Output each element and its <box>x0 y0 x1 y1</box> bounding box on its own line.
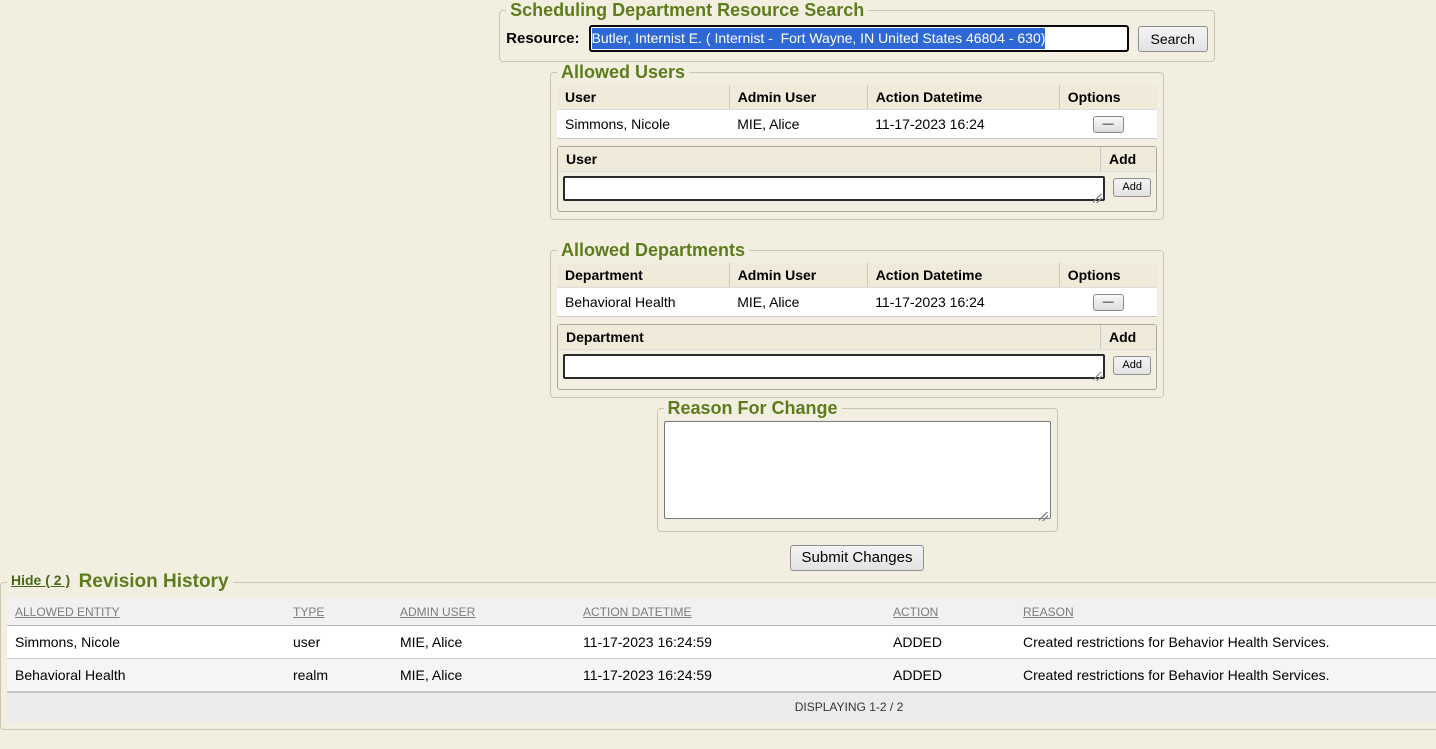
hide-link[interactable]: Hide ( 2 ) <box>11 572 70 588</box>
revision-history-header-row: ALLOWED ENTITY TYPE ADMIN USER ACTION DA… <box>7 598 1436 626</box>
column-header-action-datetime: Action Datetime <box>867 263 1059 288</box>
add-department-box: Department Add Add <box>557 324 1157 390</box>
allowed-user-name: Simmons, Nicole <box>557 110 729 139</box>
add-user-input-row: Add <box>558 172 1156 211</box>
allowed-departments-header-row: Department Admin User Action Datetime Op… <box>557 263 1157 288</box>
revision-admin-user: MIE, Alice <box>392 626 575 659</box>
allowed-department-admin: MIE, Alice <box>729 288 867 317</box>
allowed-users-header-row: User Admin User Action Datetime Options <box>557 85 1157 110</box>
revision-action-datetime: 11-17-2023 16:24:59 <box>575 659 885 692</box>
column-header-user: User <box>557 85 729 110</box>
allowed-user-row: Simmons, Nicole MIE, Alice 11-17-2023 16… <box>557 110 1157 139</box>
column-header-admin-user: Admin User <box>729 85 867 110</box>
add-user-header-row: User Add <box>558 147 1156 172</box>
search-button[interactable]: Search <box>1138 26 1208 52</box>
revision-row: Simmons, Nicole user MIE, Alice 11-17-20… <box>7 626 1436 659</box>
sort-action-link[interactable]: ACTION <box>893 605 938 619</box>
sort-type-link[interactable]: TYPE <box>293 605 324 619</box>
column-header-options: Options <box>1059 263 1157 288</box>
resource-input-selected-text: Butler, Internist E. ( Internist - Fort … <box>592 28 1046 49</box>
sort-admin-user-link[interactable]: ADMIN USER <box>400 605 475 619</box>
allowed-departments-title: Allowed Departments <box>557 240 749 261</box>
revision-action: ADDED <box>885 626 1015 659</box>
allowed-users-section: Allowed Users User Admin User Action Dat… <box>550 62 1164 220</box>
resource-label: Resource: <box>506 30 579 47</box>
revision-admin-user: MIE, Alice <box>392 659 575 692</box>
reason-textarea[interactable] <box>664 421 1051 519</box>
add-department-input-row: Add <box>558 350 1156 389</box>
page: Scheduling Department Resource Search Re… <box>0 0 1436 730</box>
add-user-input[interactable] <box>563 176 1105 201</box>
sort-action-datetime-link[interactable]: ACTION DATETIME <box>583 605 691 619</box>
resource-search-row: Resource: Butler, Internist E. ( Interni… <box>506 23 1208 54</box>
revision-history-legend: Hide ( 2 ) Revision History <box>7 571 233 593</box>
reason-for-change-title: Reason For Change <box>664 398 842 419</box>
resource-search-section: Scheduling Department Resource Search Re… <box>499 0 1215 62</box>
allowed-user-admin: MIE, Alice <box>729 110 867 139</box>
column-header-action-datetime: Action Datetime <box>867 85 1059 110</box>
add-department-header-row: Department Add <box>558 325 1156 350</box>
revision-action-datetime: 11-17-2023 16:24:59 <box>575 626 885 659</box>
revision-history-table: ALLOWED ENTITY TYPE ADMIN USER ACTION DA… <box>7 598 1436 692</box>
allowed-departments-section: Allowed Departments Department Admin Use… <box>550 240 1164 398</box>
reason-textarea-wrap <box>664 421 1051 524</box>
top-form-column: Scheduling Department Resource Search Re… <box>0 0 1436 571</box>
add-user-input-wrap <box>563 176 1105 206</box>
resource-input[interactable]: Butler, Internist E. ( Internist - Fort … <box>589 25 1129 52</box>
add-department-input-wrap <box>563 354 1105 384</box>
allowed-user-datetime: 11-17-2023 16:24 <box>867 110 1059 139</box>
revision-history-section: Hide ( 2 ) Revision History ALLOWED ENTI… <box>0 571 1436 730</box>
allowed-users-table: User Admin User Action Datetime Options … <box>557 85 1157 139</box>
revision-row: Behavioral Health realm MIE, Alice 11-17… <box>7 659 1436 692</box>
revision-reason: Created restrictions for Behavior Health… <box>1015 626 1436 659</box>
reason-for-change-section: Reason For Change <box>657 398 1058 532</box>
add-user-button[interactable]: Add <box>1113 178 1151 197</box>
submit-changes-button[interactable]: Submit Changes <box>790 545 925 571</box>
add-user-box: User Add Add <box>557 146 1157 212</box>
allowed-departments-table: Department Admin User Action Datetime Op… <box>557 263 1157 317</box>
column-header-department: Department <box>557 263 729 288</box>
allowed-users-title: Allowed Users <box>557 62 689 83</box>
revision-allowed-entity: Behavioral Health <box>7 659 285 692</box>
allowed-department-datetime: 11-17-2023 16:24 <box>867 288 1059 317</box>
revision-allowed-entity: Simmons, Nicole <box>7 626 285 659</box>
add-department-input[interactable] <box>563 354 1105 379</box>
revision-type: realm <box>285 659 392 692</box>
paging-status: DISPLAYING 1-2 / 2 <box>7 692 1436 722</box>
add-user-column-header: User <box>558 147 1100 171</box>
remove-user-button[interactable]: — <box>1093 116 1124 133</box>
sort-allowed-entity-link[interactable]: ALLOWED ENTITY <box>15 605 120 619</box>
add-department-add-header: Add <box>1100 325 1156 349</box>
allowed-department-row: Behavioral Health MIE, Alice 11-17-2023 … <box>557 288 1157 317</box>
add-user-add-header: Add <box>1100 147 1156 171</box>
column-header-options: Options <box>1059 85 1157 110</box>
add-department-button[interactable]: Add <box>1113 356 1151 375</box>
remove-department-button[interactable]: — <box>1093 294 1124 311</box>
resource-search-title: Scheduling Department Resource Search <box>506 0 868 21</box>
revision-type: user <box>285 626 392 659</box>
add-department-column-header: Department <box>558 325 1100 349</box>
allowed-department-name: Behavioral Health <box>557 288 729 317</box>
column-header-admin-user: Admin User <box>729 263 867 288</box>
sort-reason-link[interactable]: REASON <box>1023 605 1074 619</box>
revision-reason: Created restrictions for Behavior Health… <box>1015 659 1436 692</box>
revision-history-title: Revision History <box>79 571 229 592</box>
revision-action: ADDED <box>885 659 1015 692</box>
